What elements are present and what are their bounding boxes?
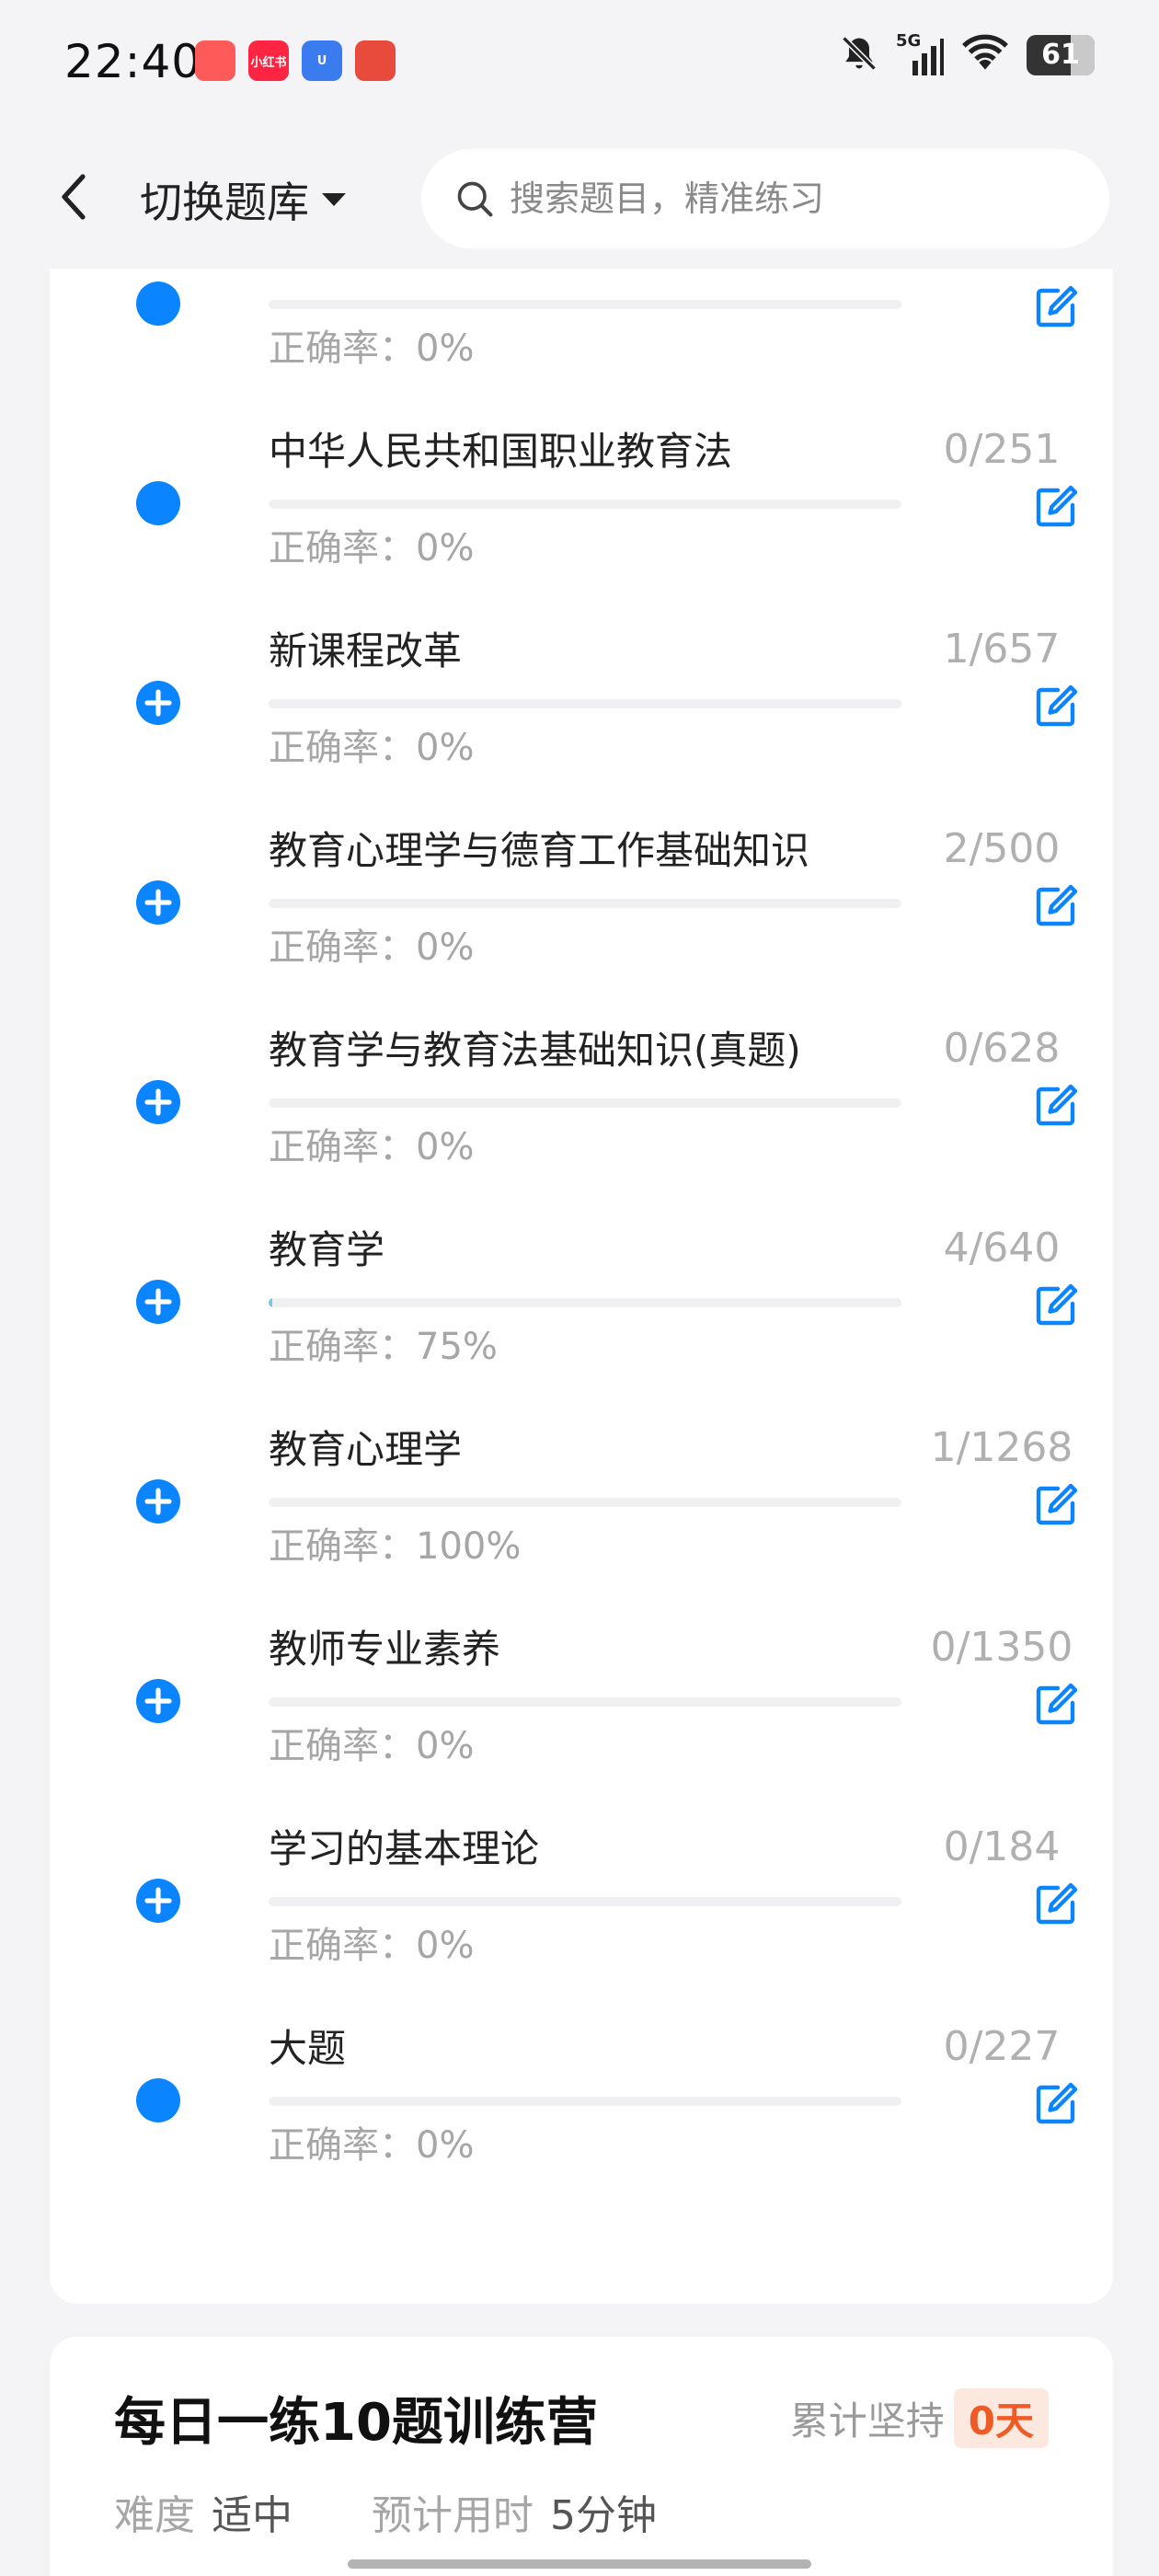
chapter-accuracy: 正确率：0% <box>269 2115 474 2168</box>
status-bar: 22:40 小红书 U 5G 61 <box>0 0 1159 129</box>
app-icon-1 <box>195 40 235 81</box>
estimated-time-label: 预计用时 <box>372 2492 534 2539</box>
chapter-row[interactable]: 学习的基本理论 正确率：0% 0/184 <box>50 1761 1113 1967</box>
chapter-progress-bar <box>269 2097 901 2106</box>
chapter-progress-bar <box>269 1098 901 1108</box>
practice-edit-icon[interactable] <box>1032 283 1080 331</box>
search-box[interactable] <box>421 149 1109 248</box>
search-input[interactable] <box>510 178 1061 219</box>
app-icon-4 <box>355 40 396 81</box>
chapter-question-count: 0/251 <box>943 426 1061 473</box>
expand-plus-icon[interactable] <box>134 1677 182 1725</box>
accuracy-value: 0% <box>416 2124 475 2167</box>
chapter-question-count: 1/657 <box>943 626 1061 673</box>
practice-edit-icon[interactable] <box>1032 1282 1080 1329</box>
practice-edit-icon[interactable] <box>1032 1481 1080 1529</box>
chapter-progress-fill <box>269 1298 273 1307</box>
chapter-question-count: 0/227 <box>943 2023 1061 2070</box>
status-time: 22:40 <box>64 35 202 88</box>
chapter-question-count: 4/640 <box>943 1225 1061 1271</box>
practice-edit-icon[interactable] <box>1032 1082 1080 1130</box>
chapter-progress-bar <box>269 300 901 309</box>
chapter-progress-bar <box>269 899 901 908</box>
expand-plus-icon[interactable] <box>134 1478 182 1525</box>
practice-edit-icon[interactable] <box>1032 2080 1080 2128</box>
chapter-row[interactable]: 教育学与教育法基础知识(真题) 正确率：0% 0/628 <box>50 962 1113 1168</box>
search-icon <box>457 181 493 217</box>
practice-edit-icon[interactable] <box>1032 483 1080 531</box>
estimated-time-value: 5分钟 <box>550 2492 657 2539</box>
expand-plus-icon[interactable] <box>134 679 182 727</box>
daily-practice-card[interactable]: 每日一练10题训练营 累计坚持 0天 难度 适中 预计用时 5分钟 <box>50 2337 1113 2576</box>
chapter-question-count: 0/628 <box>943 1025 1061 1072</box>
chapter-title: 教育心理学与德育工作基础知识 <box>269 828 810 873</box>
back-button[interactable] <box>48 169 103 224</box>
daily-practice-title: 每日一练10题训练营 <box>114 2393 598 2453</box>
chapter-row[interactable]: 大题正确率：0% 0/227 <box>50 1961 1113 2167</box>
accuracy-label: 正确率： <box>269 2124 416 2167</box>
chapter-title: 大题 <box>269 2026 347 2071</box>
chapter-dot-icon <box>134 2076 182 2124</box>
battery-icon: 61 <box>1027 35 1095 75</box>
caret-down-icon <box>322 193 346 206</box>
chapter-question-count: 2/500 <box>943 825 1061 872</box>
chapter-progress-bar <box>269 699 901 708</box>
home-indicator[interactable] <box>348 2559 811 2569</box>
expand-plus-icon[interactable] <box>134 1278 182 1326</box>
expand-plus-icon[interactable] <box>134 1877 182 1925</box>
battery-level: 61 <box>1041 39 1080 71</box>
chapter-title: 教育心理学 <box>269 1427 463 1472</box>
wifi-icon <box>960 33 1010 77</box>
back-arrow-icon <box>62 174 86 220</box>
switch-bank-label: 切换题库 <box>140 178 309 227</box>
mute-bell-icon <box>839 33 879 77</box>
daily-practice-meta: 难度 适中 预计用时 5分钟 <box>114 2482 736 2541</box>
difficulty-value: 适中 <box>212 2492 293 2539</box>
chapter-title: 中华人民共和国职业教育法 <box>269 429 733 474</box>
persist-days-badge: 0天 <box>953 2388 1049 2448</box>
expand-plus-icon[interactable] <box>134 1078 182 1126</box>
switch-question-bank-button[interactable]: 切换题库 <box>140 169 348 230</box>
xiaohongshu-icon: 小红书 <box>248 40 289 81</box>
chapter-dot-icon <box>134 280 182 328</box>
chapter-progress-bar <box>269 500 901 509</box>
status-indicators: 5G 61 <box>839 31 1095 77</box>
chapter-question-count: 1/1268 <box>930 1424 1073 1471</box>
chapter-dot-icon <box>134 479 182 527</box>
persist-streak: 累计坚持 0天 <box>790 2388 1049 2448</box>
status-app-icons: 小红书 U <box>195 40 396 81</box>
chapter-question-count: 0/1350 <box>930 1624 1073 1671</box>
chapter-row[interactable]: 教师专业素养 正确率：0% 0/1350 <box>50 1561 1113 1767</box>
chapter-row[interactable]: 新课程改革 正确率：0% 1/657 <box>50 563 1113 769</box>
chapter-progress-bar <box>269 1498 901 1507</box>
chapter-row[interactable]: 中华人民共和国职业教育法 正确率：0% 0/251 <box>50 363 1113 569</box>
cellular-signal-icon: 5G <box>896 31 944 75</box>
expand-plus-icon[interactable] <box>134 879 182 926</box>
chapter-list: 小学教师专业标准正确率：0%0/78中华人民共和国职业教育法正确率：0%0/25… <box>50 221 1113 2304</box>
chapter-row[interactable]: 教育学 正确率：75% 4/640 <box>50 1162 1113 1368</box>
chapter-title: 新课程改革 <box>269 628 463 673</box>
chapter-progress-bar <box>269 1897 901 1906</box>
chapter-title: 教育学与教育法基础知识(真题) <box>269 1028 801 1073</box>
persist-label: 累计坚持 <box>789 2398 945 2444</box>
chapter-title: 教育学 <box>269 1227 385 1272</box>
top-navigation-bar: 切换题库 <box>0 129 1159 269</box>
app-icon-3: U <box>302 40 342 81</box>
chapter-progress-bar <box>269 1298 901 1307</box>
chapter-title: 学习的基本理论 <box>269 1826 540 1871</box>
practice-edit-icon[interactable] <box>1032 882 1080 930</box>
chapter-row[interactable]: 教育心理学 正确率：100% 1/1268 <box>50 1362 1113 1568</box>
practice-edit-icon[interactable] <box>1032 683 1080 730</box>
chapter-title: 教师专业素养 <box>269 1627 501 1672</box>
chapter-row[interactable]: 教育心理学与德育工作基础知识 正确率：0% 2/500 <box>50 763 1113 969</box>
practice-edit-icon[interactable] <box>1032 1681 1080 1729</box>
chapter-question-count: 0/184 <box>943 1823 1061 1870</box>
difficulty-label: 难度 <box>114 2492 195 2539</box>
practice-edit-icon[interactable] <box>1032 1880 1080 1928</box>
chapter-progress-bar <box>269 1697 901 1707</box>
